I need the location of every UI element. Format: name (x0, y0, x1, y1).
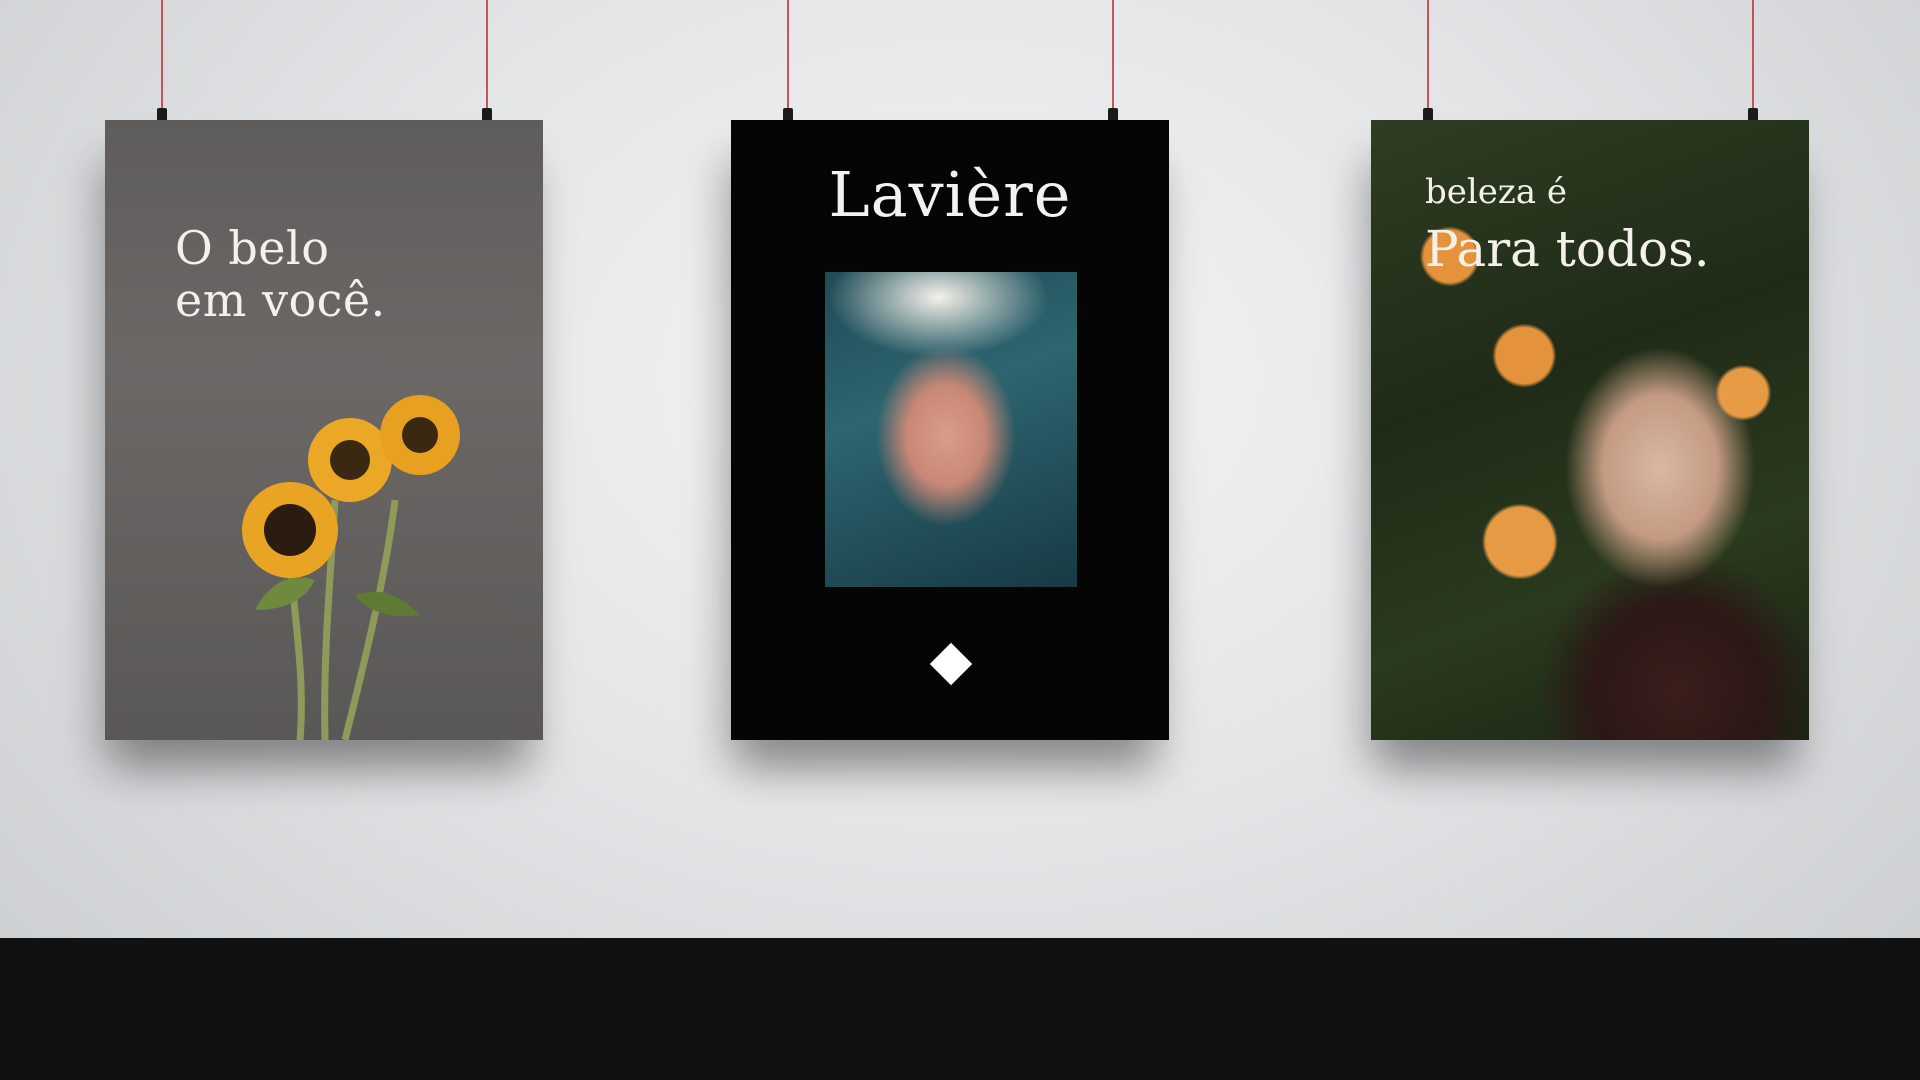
sunflower-image (242, 395, 460, 740)
hanging-wire (161, 0, 163, 114)
poster-headline: O belo em você. (175, 221, 386, 327)
portrait-photo (825, 272, 1077, 587)
brand-name: Lavière (828, 158, 1072, 231)
poster-sunflowers: O belo em você. (105, 120, 543, 740)
poster-tagline-large: Para todos. (1425, 220, 1710, 278)
poster-beleza: beleza é Para todos. (1371, 120, 1809, 740)
poster-laviere: Lavière (731, 120, 1169, 740)
gallery-wall: O belo em você. Lavière beleza é Para to… (0, 0, 1920, 1080)
hanging-wire (787, 0, 789, 114)
hanging-wire (1427, 0, 1429, 114)
floor-band (0, 938, 1920, 1080)
hanging-wire (486, 0, 488, 114)
poster-tagline-small: beleza é (1425, 172, 1567, 212)
sunflower-head (242, 482, 338, 578)
diamond-icon (929, 642, 973, 686)
sunflower-head (308, 418, 392, 502)
hanging-wire (1112, 0, 1114, 114)
hanging-wire (1752, 0, 1754, 114)
sunflower-head (380, 395, 460, 475)
